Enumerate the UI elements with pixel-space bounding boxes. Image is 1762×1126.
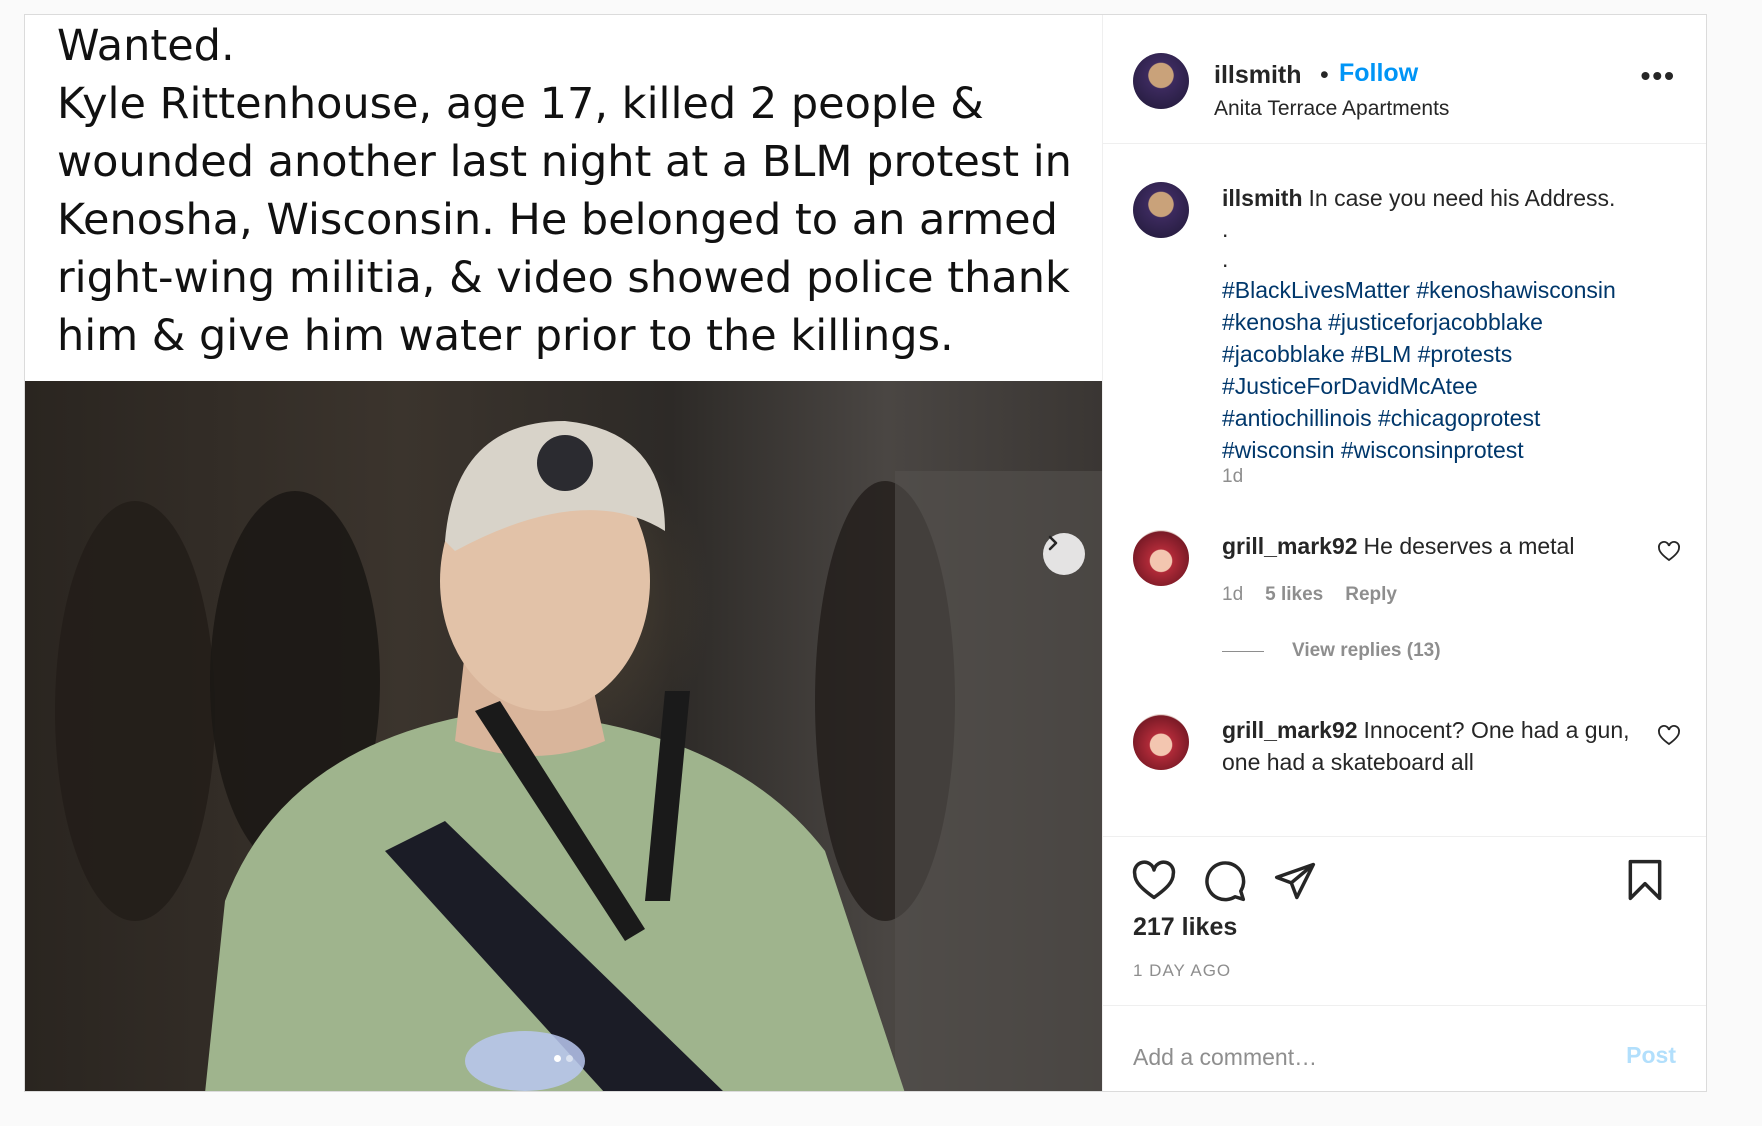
hashtag-link[interactable]: #JusticeForDavidMcAtee [1222, 373, 1478, 399]
add-comment-bar: Post [1103, 1006, 1706, 1091]
view-replies-button[interactable]: View replies (13) [1222, 640, 1441, 662]
avatar[interactable] [1133, 714, 1189, 770]
post-header: illsmith • Follow Anita Terrace Apartmen… [1103, 15, 1706, 144]
instagram-post: Wanted. Kyle Rittenhouse, age 17, killed… [24, 14, 1707, 1092]
carousel-dot [554, 1055, 561, 1062]
hashtag-link[interactable]: #wisconsinprotest [1341, 437, 1524, 463]
header-username[interactable]: illsmith [1214, 61, 1302, 90]
share-icon[interactable] [1273, 859, 1317, 903]
comments-section: illsmith In case you need his Address. . … [1103, 144, 1706, 837]
caption-text: In case you need his Address. [1308, 185, 1616, 211]
post-sidebar: illsmith • Follow Anita Terrace Apartmen… [1103, 15, 1706, 1091]
hashtag-link[interactable]: #kenosha [1222, 309, 1322, 335]
hashtag-list: #BlackLivesMatter #kenoshawisconsin #ken… [1222, 274, 1692, 466]
post-photo[interactable] [25, 381, 1102, 1091]
post-media: Wanted. Kyle Rittenhouse, age 17, killed… [25, 15, 1103, 1091]
hashtag-link[interactable]: #jacobblake [1222, 341, 1345, 367]
comment: grill_mark92 Innocent? One had a gun, one… [1222, 714, 1642, 778]
caption-dot: . [1222, 216, 1229, 242]
chevron-right-icon [1048, 535, 1058, 551]
comment: grill_mark92 He deserves a metal [1222, 530, 1622, 562]
hashtag-link[interactable]: #wisconsin [1222, 437, 1335, 463]
hashtag-link[interactable]: #kenoshawisconsin [1416, 277, 1615, 303]
hashtag-link[interactable]: #chicagoprotest [1378, 405, 1540, 431]
heart-icon[interactable] [1131, 859, 1177, 903]
carousel-indicator [25, 1055, 1102, 1062]
comment-text: He deserves a metal [1363, 533, 1575, 559]
comment-icon[interactable] [1203, 859, 1247, 903]
reply-button[interactable]: Reply [1345, 584, 1397, 606]
hashtag-link[interactable]: #BLM [1351, 341, 1411, 367]
like-comment-icon[interactable] [1657, 724, 1681, 748]
comment-input[interactable] [1131, 1036, 1595, 1078]
location-link[interactable]: Anita Terrace Apartments [1214, 97, 1449, 121]
comment-username[interactable]: grill_mark92 [1222, 533, 1358, 559]
photo-illustration [55, 421, 1102, 1091]
more-options-icon[interactable]: ••• [1641, 62, 1676, 90]
hashtag-link[interactable]: #protests [1418, 341, 1513, 367]
post-caption: illsmith In case you need his Address. . … [1222, 182, 1692, 466]
action-bar: 217 likes 1 DAY AGO [1103, 837, 1706, 1006]
caption-username[interactable]: illsmith [1222, 185, 1303, 211]
post-timestamp[interactable]: 1 DAY AGO [1133, 961, 1231, 981]
comment-username[interactable]: grill_mark92 [1222, 717, 1358, 743]
comment-meta: 1d 5 likes Reply [1222, 584, 1397, 606]
avatar[interactable] [1133, 530, 1189, 586]
hashtag-link[interactable]: #BlackLivesMatter [1222, 277, 1410, 303]
caption-dot: . [1222, 246, 1229, 272]
caption-timestamp[interactable]: 1d [1222, 466, 1243, 488]
avatar[interactable] [1133, 53, 1189, 109]
post-comment-button[interactable]: Post [1626, 1042, 1676, 1069]
divider [1222, 650, 1264, 652]
avatar[interactable] [1133, 182, 1189, 238]
like-count[interactable]: 217 likes [1133, 913, 1237, 942]
comment-timestamp[interactable]: 1d [1222, 584, 1243, 606]
bookmark-icon[interactable] [1623, 857, 1667, 903]
carousel-dot [566, 1055, 573, 1062]
view-replies-label: View replies (13) [1292, 640, 1441, 661]
like-comment-icon[interactable] [1657, 540, 1681, 564]
follow-button[interactable]: Follow [1339, 59, 1418, 88]
hashtag-link[interactable]: #justiceforjacobblake [1328, 309, 1543, 335]
next-image-button[interactable] [1043, 533, 1085, 575]
hashtag-link[interactable]: #antiochillinois [1222, 405, 1372, 431]
comment-likes[interactable]: 5 likes [1265, 584, 1323, 606]
image-caption-text: Wanted. Kyle Rittenhouse, age 17, killed… [57, 21, 1072, 361]
header-separator: • [1320, 61, 1329, 89]
